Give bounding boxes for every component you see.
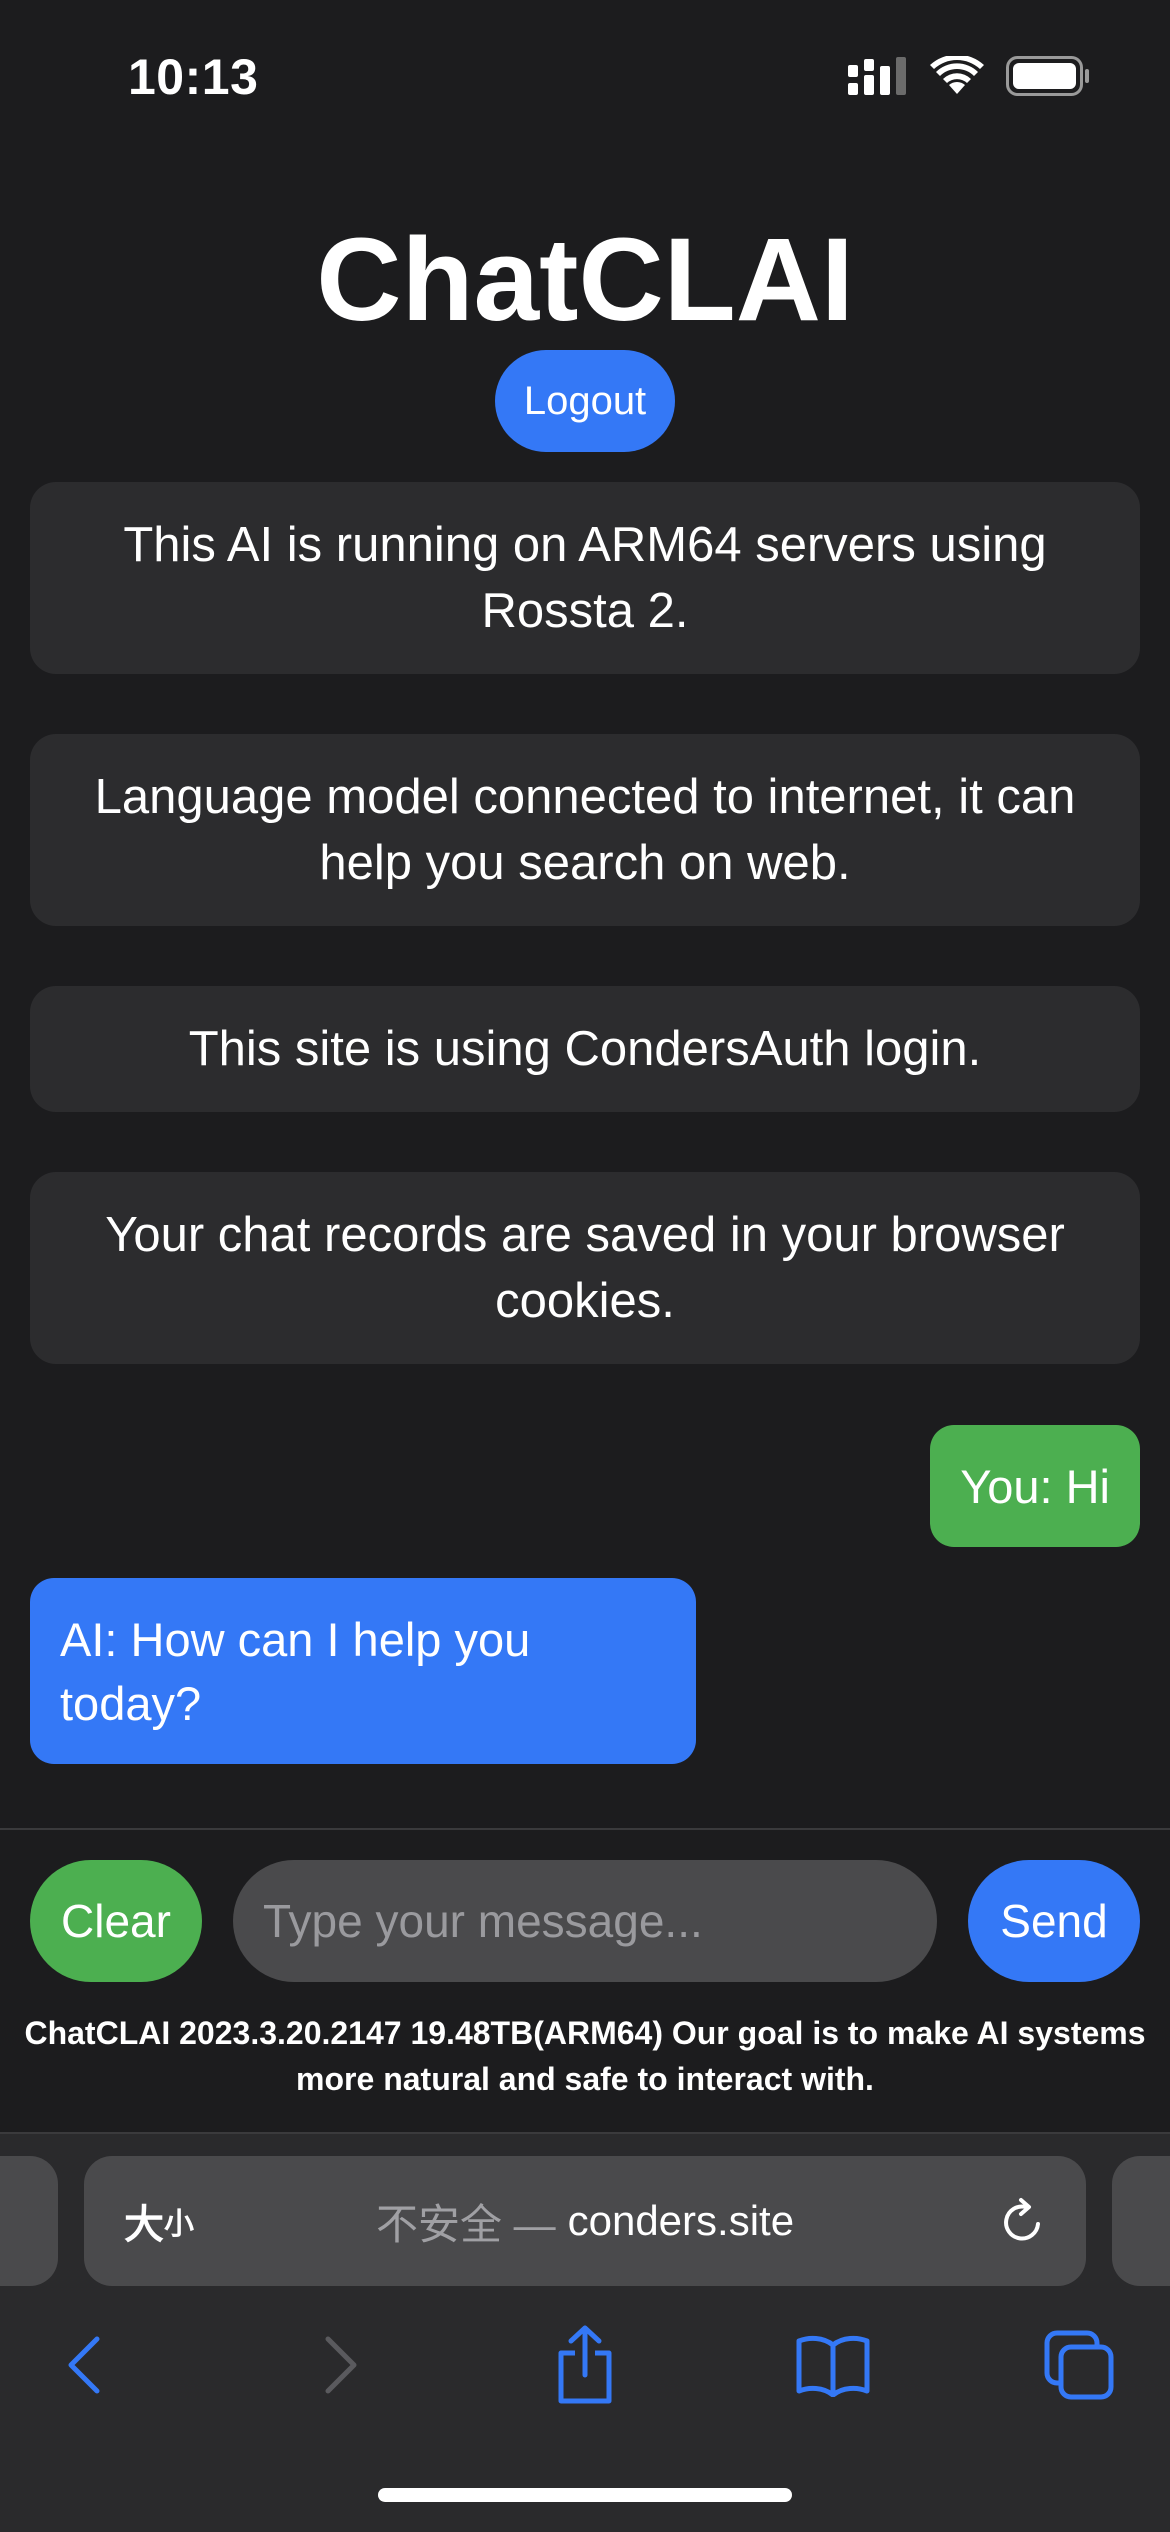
insecure-label: 不安全 — [375, 2200, 556, 2248]
text-size-button[interactable]: 大小 [124, 2156, 194, 2286]
logout-button[interactable]: Logout [495, 350, 675, 452]
bookmarks-icon [796, 2335, 870, 2397]
url-display: 不安全 — conders.site [84, 2156, 1086, 2286]
next-tab-peek[interactable] [1112, 2156, 1170, 2286]
previous-tab-peek[interactable] [0, 2156, 58, 2286]
back-icon [68, 2336, 100, 2394]
tabs-button[interactable] [1034, 2320, 1124, 2410]
status-bar: 10:13 [0, 0, 1170, 150]
ai-message-bubble: AI: How can I help you today? [30, 1578, 696, 1764]
divider [0, 1828, 1170, 1830]
forward-button[interactable] [295, 2320, 385, 2410]
tabs-icon [1044, 2330, 1114, 2400]
url-domain: conders.site [567, 2197, 795, 2244]
status-time: 10:13 [128, 49, 259, 105]
forward-icon [325, 2336, 357, 2394]
back-button[interactable] [40, 2320, 130, 2410]
info-card-cookies: Your chat records are saved in your brow… [30, 1172, 1140, 1364]
home-indicator[interactable] [378, 2488, 792, 2502]
wifi-icon [930, 56, 984, 94]
page-title: ChatCLAI [316, 214, 854, 346]
message-input[interactable] [233, 1860, 937, 1982]
info-card-internet: Language model connected to internet, it… [30, 734, 1140, 926]
footer-text: ChatCLAI 2023.3.20.2147 19.48TB(ARM64) O… [24, 2015, 1146, 2097]
send-button[interactable]: Send [968, 1860, 1140, 1982]
user-message-bubble: You: Hi [930, 1425, 1140, 1547]
text-size-big-label: 大 [124, 2203, 164, 2247]
share-button[interactable] [540, 2320, 630, 2410]
battery-icon [1006, 56, 1089, 96]
reload-icon[interactable] [996, 2196, 1048, 2248]
text-size-small-label: 小 [164, 2208, 194, 2241]
bookmarks-button[interactable] [788, 2320, 878, 2410]
address-bar[interactable]: 大小 不安全 — conders.site [84, 2156, 1086, 2286]
info-card-login: This site is using CondersAuth login. [30, 986, 1140, 1112]
cellular-signal-icon [848, 57, 906, 95]
share-icon [558, 2325, 612, 2404]
status-icons [848, 56, 1090, 96]
clear-button[interactable]: Clear [30, 1860, 202, 1982]
info-card-servers: This AI is running on ARM64 servers usin… [30, 482, 1140, 674]
